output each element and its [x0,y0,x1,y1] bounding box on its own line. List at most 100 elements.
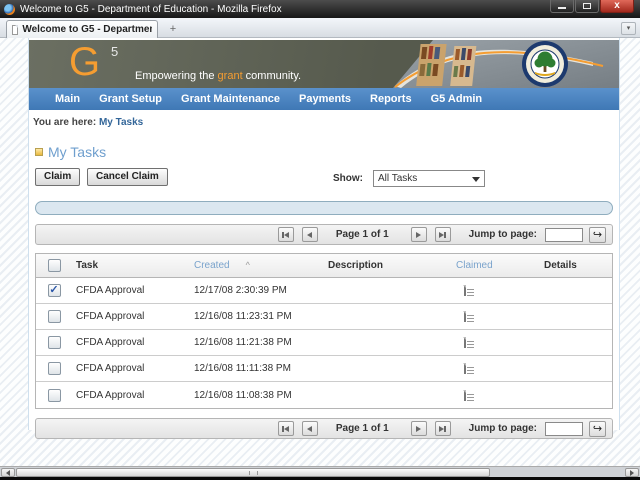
created-cell: 12/16/08 11:08:38 PM [194,389,292,401]
last-page-icon [444,231,447,238]
pager-top: Page 1 of 1 Jump to page: ↪ [35,224,613,245]
minimize-button[interactable] [550,0,574,13]
scrollbar-thumb[interactable] [16,468,490,477]
nav-item-payments[interactable]: Payments [299,93,351,105]
tab-title: Welcome to G5 - Department of Edu... [22,24,152,35]
nav-item-main[interactable]: Main [55,93,80,105]
cancel-claim-button[interactable]: Cancel Claim [87,168,168,186]
row-checkbox[interactable] [47,362,61,375]
breadcrumb-my-tasks-link[interactable]: My Tasks [99,117,143,128]
browser-tab[interactable]: Welcome to G5 - Department of Edu... [6,20,158,38]
new-tab-button[interactable]: + [164,24,182,36]
scroll-left-button[interactable] [1,468,15,477]
last-page-icon [444,425,447,432]
banner-artwork [393,40,619,88]
next-page-icon [416,425,422,432]
first-page-button[interactable] [277,227,294,242]
close-button[interactable]: x [600,0,634,13]
previous-page-button[interactable] [301,421,318,436]
header-description: Description [328,260,384,271]
previous-page-icon [307,425,313,432]
scroll-right-button[interactable] [625,468,639,477]
last-page-button[interactable] [434,421,451,436]
header-details: Details [544,260,577,271]
horizontal-scrollbar[interactable] [0,466,640,477]
table-body: CFDA Approval 12/17/08 2:30:39 PM CFDA A… [36,278,612,408]
select-all-checkbox[interactable] [47,259,61,272]
nav-item-grant-setup[interactable]: Grant Setup [99,93,162,105]
main-navbar: Main Grant Setup Grant Maintenance Payme… [29,88,619,110]
created-cell: 12/16/08 11:23:31 PM [194,311,292,322]
table-header-row: Task Created ^ Description Claimed Detail… [36,254,612,278]
created-cell: 12/16/08 11:11:38 PM [194,363,291,374]
jump-to-page-label: Jump to page: [468,229,537,240]
task-cell: CFDA Approval [76,337,145,348]
header-claimed[interactable]: Claimed [452,260,540,271]
nav-item-grant-maintenance[interactable]: Grant Maintenance [181,93,280,105]
task-cell: CFDA Approval [76,363,145,374]
browser-tab-bar: Welcome to G5 - Department of Edu... + ▾ [0,18,640,38]
previous-page-button[interactable] [301,227,318,242]
table-row: CFDA Approval 12/16/08 11:11:38 PM [36,356,612,382]
table-row: CFDA Approval 12/17/08 2:30:39 PM [36,278,612,304]
show-label: Show: [333,173,363,184]
row-checkbox[interactable] [47,310,61,323]
page-content: G 5 Empowering the grant community. Main… [28,38,620,439]
maximize-button[interactable] [575,0,599,13]
list-tabs-button[interactable]: ▾ [621,22,636,35]
status-message-bar [35,201,613,215]
jump-go-button[interactable]: ↪ [589,420,606,437]
page-status: Page 1 of 1 [335,423,389,434]
row-checkbox[interactable] [47,388,61,402]
g5-banner: G 5 Empowering the grant community. [29,40,619,88]
nav-item-g5-admin[interactable]: G5 Admin [431,93,483,105]
breadcrumb: You are here: My Tasks [29,110,619,128]
claimed-document-icon[interactable] [464,311,466,322]
claimed-document-icon[interactable] [464,389,466,401]
page-background: G 5 Empowering the grant community. Main… [0,38,640,466]
next-page-button[interactable] [410,227,427,242]
first-page-button[interactable] [277,421,294,436]
next-page-icon [416,231,422,238]
nav-item-reports[interactable]: Reports [370,93,412,105]
created-cell: 12/16/08 11:21:38 PM [194,337,292,348]
minimize-icon [558,7,566,9]
scroll-left-icon [6,469,10,476]
scroll-right-icon [630,469,634,476]
show-tasks-selected-value: All Tasks [378,173,418,184]
task-toolbar: Claim Cancel Claim Show: All Tasks [35,168,619,188]
heading-bullet-icon [35,148,43,156]
table-row: CFDA Approval 12/16/08 11:21:38 PM [36,330,612,356]
firefox-icon [4,3,15,15]
table-row: CFDA Approval 12/16/08 11:08:38 PM [36,382,612,408]
g5-logo-sup: 5 [111,44,119,59]
chevron-down-icon [472,177,480,182]
task-cell: CFDA Approval [76,311,145,322]
last-page-button[interactable] [434,227,451,242]
jump-to-page-input[interactable] [545,421,583,436]
window-titlebar: Welcome to G5 - Department of Education … [0,0,640,18]
jump-go-button[interactable]: ↪ [589,226,606,243]
jump-to-page-input[interactable] [545,227,583,242]
scrollbar-grip [249,471,258,475]
maximize-icon [583,3,591,9]
page-favicon-icon [12,24,19,35]
page-title: My Tasks [48,144,107,160]
tasks-table: Task Created ^ Description Claimed Detail… [35,253,613,409]
task-cell: CFDA Approval [76,389,145,401]
claimed-document-icon[interactable] [464,337,466,348]
banner-tagline: Empowering the grant community. [135,70,302,82]
next-page-button[interactable] [410,421,427,436]
claim-button[interactable]: Claim [35,168,81,186]
breadcrumb-label: You are here: [33,117,97,128]
go-arrow-icon: ↪ [592,229,603,241]
show-tasks-dropdown[interactable]: All Tasks [373,170,485,187]
claimed-document-icon[interactable] [464,285,466,296]
claimed-document-icon[interactable] [464,363,466,374]
close-icon: x [614,0,620,11]
header-task: Task [76,260,99,271]
header-created[interactable]: Created ^ [190,260,324,271]
g5-logo: G [69,40,101,84]
row-checkbox[interactable] [47,336,61,349]
row-checkbox[interactable] [47,284,61,297]
